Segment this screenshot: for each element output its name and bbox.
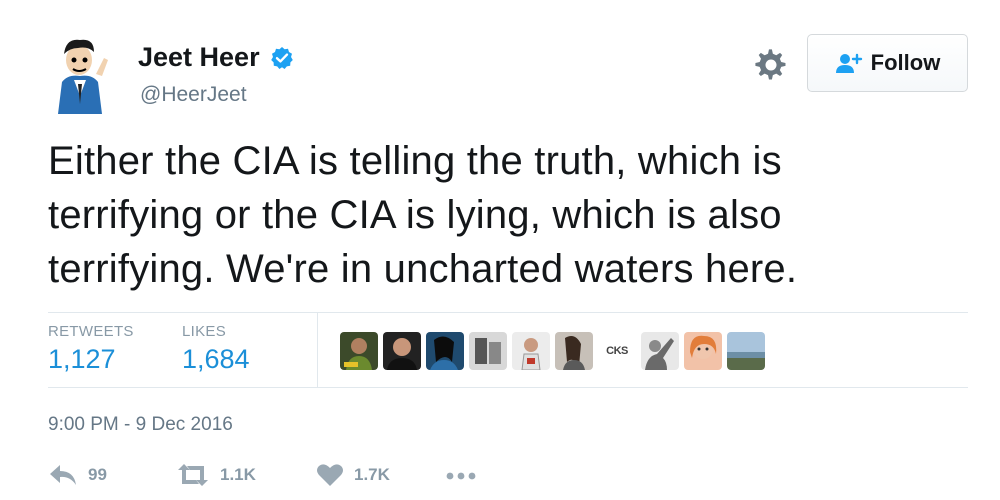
liker-avatar[interactable] (469, 332, 507, 370)
liker-avatar[interactable] (641, 332, 679, 370)
tweet-header: Jeet Heer @HeerJeet Follow (48, 28, 968, 118)
likes-count: 1,684 (182, 344, 250, 374)
reply-count: 99 (88, 465, 107, 484)
liker-avatar[interactable] (555, 332, 593, 370)
liker-avatars: CKS (340, 332, 765, 370)
retweets-count: 1,127 (48, 344, 116, 374)
author-display-name[interactable]: Jeet Heer (138, 42, 260, 73)
reply-button[interactable]: 99 (48, 463, 107, 487)
stats-divider (317, 313, 318, 388)
liker-avatar[interactable] (340, 332, 378, 370)
tweet-stats: RETWEETS 1,127 LIKES 1,684 CKS (48, 312, 968, 388)
follow-button[interactable]: Follow (807, 34, 968, 92)
tweet-timestamp[interactable]: 9:00 PM - 9 Dec 2016 (48, 414, 233, 436)
author-handle[interactable]: @HeerJeet (140, 83, 247, 107)
reply-icon (50, 465, 76, 485)
tweet-actions: 99 1.1K 1.7K (48, 463, 648, 497)
retweet-icon (178, 464, 208, 486)
retweets-stat[interactable]: RETWEETS 1,127 (48, 323, 134, 375)
name-row: Jeet Heer (138, 42, 294, 73)
liker-avatar[interactable]: CKS (598, 332, 636, 370)
tweet-text-line: Either the CIA is telling the truth, whi… (48, 139, 782, 183)
tweet-text: Either the CIA is telling the truth, whi… (48, 134, 928, 296)
liker-avatar[interactable] (727, 332, 765, 370)
liker-avatar[interactable] (512, 332, 550, 370)
add-user-icon (835, 53, 862, 73)
like-count: 1.7K (354, 465, 390, 484)
heart-icon (317, 464, 343, 486)
more-dots-icon (446, 472, 476, 480)
liker-avatar-caption: CKS (606, 345, 628, 357)
liker-avatar[interactable] (426, 332, 464, 370)
verified-badge-icon (271, 46, 293, 69)
retweet-count: 1.1K (220, 465, 256, 484)
tweet-text-line: terrifying. We're in uncharted waters he… (48, 247, 798, 291)
more-button[interactable] (444, 463, 478, 487)
retweets-label: RETWEETS (48, 323, 134, 340)
liker-avatar[interactable] (383, 332, 421, 370)
likes-label: LIKES (182, 323, 227, 340)
follow-button-label: Follow (870, 50, 941, 75)
gear-icon[interactable] (754, 48, 788, 82)
liker-avatar[interactable] (684, 332, 722, 370)
tweet-text-line: terrifying or the CIA is lying, which is… (48, 193, 782, 237)
retweet-button[interactable]: 1.1K (176, 463, 256, 487)
like-button[interactable]: 1.7K (316, 463, 390, 487)
likes-stat[interactable]: LIKES 1,684 (182, 323, 250, 375)
author-avatar[interactable] (48, 30, 114, 114)
